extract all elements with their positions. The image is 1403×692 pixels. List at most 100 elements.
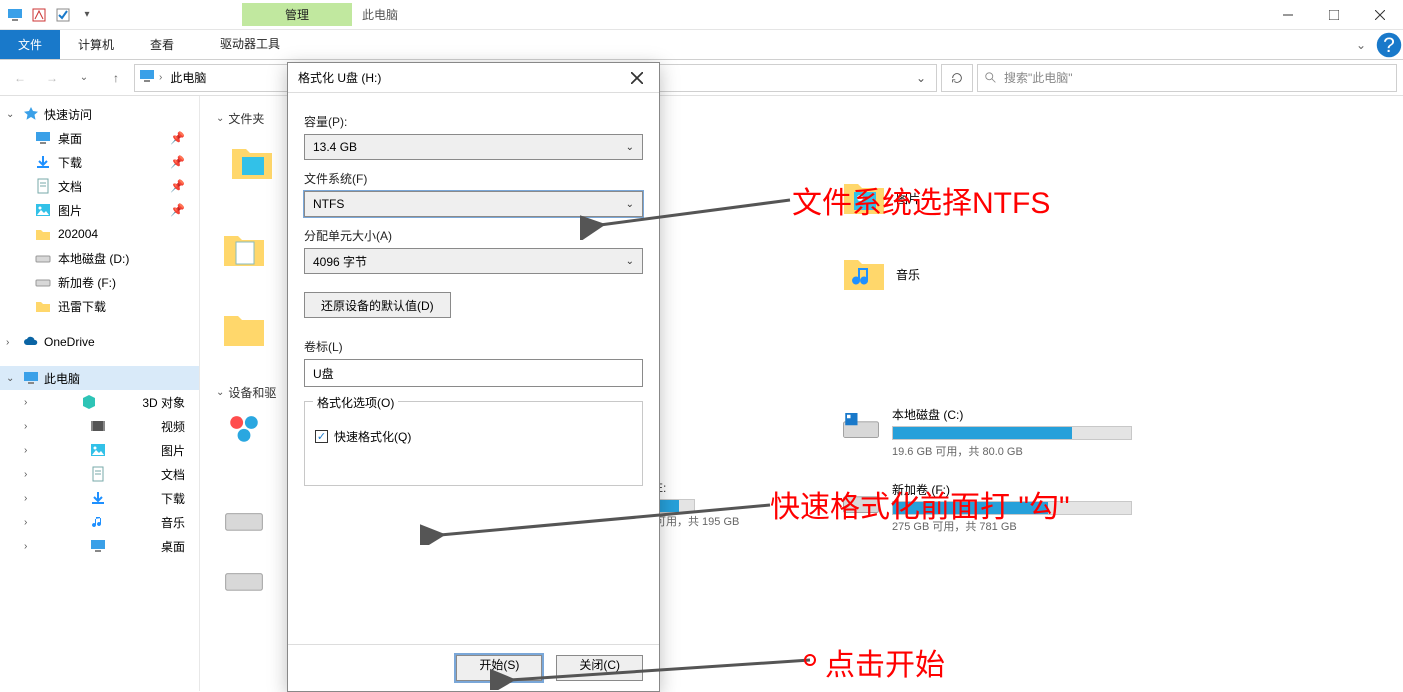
drive-subtext: 可用，共 195 GB	[655, 513, 739, 529]
chevron-right-icon[interactable]: ›	[24, 517, 36, 528]
ribbon-tab-view[interactable]: 查看	[132, 30, 192, 59]
chevron-down-icon: ⌄	[626, 142, 634, 153]
folder-icon	[840, 250, 888, 298]
close-dialog-button[interactable]: 关闭(C)	[556, 655, 643, 681]
restore-defaults-button[interactable]: 还原设备的默认值(D)	[304, 292, 451, 318]
ribbon-expand-icon[interactable]: ⌄	[1347, 30, 1375, 59]
help-icon[interactable]: ?	[1375, 30, 1403, 59]
ribbon-tab-computer[interactable]: 计算机	[60, 30, 132, 59]
annotation-filesystem: 文件系统选择NTFS	[792, 178, 1050, 222]
qat-dropdown-icon[interactable]: ▾	[76, 4, 98, 26]
sidebar-item-label: 3D 对象	[142, 394, 185, 411]
format-dialog: 格式化 U盘 (H:) 容量(P): 13.4 GB⌄ 文件系统(F) NTFS…	[287, 62, 660, 692]
sidebar-item-label: 音乐	[161, 514, 185, 531]
chevron-down-icon[interactable]: ⌄	[6, 109, 18, 120]
picture-icon	[34, 202, 52, 218]
pc-icon[interactable]	[4, 4, 26, 26]
drive-tile-c[interactable]: 本地磁盘 (C:) 19.6 GB 可用，共 80.0 GB	[840, 406, 1150, 459]
sidebar-onedrive[interactable]: › OneDrive	[0, 330, 199, 354]
sidebar-item[interactable]: 文档 📌	[0, 174, 199, 198]
drive-icon[interactable]	[222, 506, 266, 539]
format-options-legend: 格式化选项(O)	[313, 394, 398, 411]
nav-up-button[interactable]: ↑	[102, 64, 130, 92]
dialog-title: 格式化 U盘 (H:)	[298, 69, 381, 86]
start-button[interactable]: 开始(S)	[456, 655, 542, 681]
quick-access-toolbar: ▾	[0, 4, 102, 26]
search-placeholder: 搜索"此电脑"	[1004, 69, 1073, 86]
sidebar-item[interactable]: 202004	[0, 222, 199, 246]
breadcrumb[interactable]: 此电脑	[166, 69, 210, 86]
allocation-value: 4096 字节	[313, 253, 367, 270]
sidebar-item-label: 视频	[161, 418, 185, 435]
annotation-start: 点击开始	[825, 640, 945, 684]
addressbar-dropdown-icon[interactable]: ⌄	[910, 71, 932, 85]
drive-icon[interactable]	[222, 566, 266, 599]
sidebar-item[interactable]: 本地磁盘 (D:)	[0, 246, 199, 270]
group-header-devices[interactable]: ⌄ 设备和驱	[216, 384, 276, 401]
quick-format-label: 快速格式化(Q)	[334, 428, 411, 445]
ribbon-tab-drivetools[interactable]: 驱动器工具	[206, 30, 294, 59]
baidu-netdisk-icon[interactable]	[222, 406, 266, 453]
sidebar-item-label: 文档	[161, 466, 185, 483]
sidebar-item[interactable]: › 下载	[0, 486, 199, 510]
chevron-right-icon[interactable]: ›	[24, 469, 36, 480]
chevron-right-icon[interactable]: ›	[24, 397, 36, 408]
refresh-button[interactable]	[941, 64, 973, 92]
sidebar-item[interactable]: › 音乐	[0, 510, 199, 534]
chevron-right-icon[interactable]: ›	[24, 421, 36, 432]
dialog-close-button[interactable]	[625, 66, 649, 90]
chevron-right-icon[interactable]: ›	[24, 445, 36, 456]
chevron-right-icon[interactable]: ›	[159, 72, 162, 83]
minimize-button[interactable]	[1265, 0, 1311, 30]
music-icon	[89, 514, 107, 530]
sidebar-item[interactable]: 新加卷 (F:)	[0, 270, 199, 294]
ribbon-file-tab[interactable]: 文件	[0, 30, 60, 59]
sidebar-quick-access[interactable]: ⌄ 快速访问	[0, 102, 199, 126]
search-icon	[984, 71, 998, 85]
sidebar-item[interactable]: › 桌面	[0, 534, 199, 558]
doc-icon	[34, 178, 52, 194]
volume-label-input[interactable]	[304, 359, 643, 387]
sidebar-item[interactable]: › 文档	[0, 462, 199, 486]
allocation-select[interactable]: 4096 字节⌄	[304, 248, 643, 274]
sidebar-item[interactable]: 图片 📌	[0, 198, 199, 222]
download-icon	[89, 490, 107, 506]
nav-back-button[interactable]: ←	[6, 64, 34, 92]
window-title: 此电脑	[362, 6, 398, 23]
video-icon	[89, 418, 107, 434]
sidebar-item[interactable]: › 3D 对象	[0, 390, 199, 414]
filesystem-select[interactable]: NTFS⌄	[304, 191, 643, 217]
search-input[interactable]: 搜索"此电脑"	[977, 64, 1397, 92]
close-button[interactable]	[1357, 0, 1403, 30]
checkbox-icon[interactable]	[52, 4, 74, 26]
sidebar-item[interactable]: › 图片	[0, 438, 199, 462]
properties-icon[interactable]	[28, 4, 50, 26]
drive-tile-e[interactable]: E: 可用，共 195 GB	[655, 481, 739, 529]
maximize-button[interactable]	[1311, 0, 1357, 30]
monitor-icon	[34, 130, 52, 146]
group-label: 设备和驱	[228, 384, 276, 401]
chevron-right-icon[interactable]: ›	[24, 541, 36, 552]
sidebar-item[interactable]: 下载 📌	[0, 150, 199, 174]
drive-icon	[34, 250, 52, 266]
3d-icon	[80, 394, 98, 410]
monitor-icon	[89, 538, 107, 554]
capacity-select[interactable]: 13.4 GB⌄	[304, 134, 643, 160]
folder-icon	[228, 139, 276, 187]
folder-tile-music[interactable]: 音乐	[840, 246, 1150, 302]
nav-recent-dropdown[interactable]: ⌄	[70, 64, 98, 92]
chevron-right-icon[interactable]: ›	[24, 493, 36, 504]
sidebar-item[interactable]: 迅雷下载	[0, 294, 199, 318]
sidebar-item[interactable]: › 视频	[0, 414, 199, 438]
quick-format-checkbox[interactable]: ✓ 快速格式化(Q)	[315, 428, 632, 445]
chevron-down-icon[interactable]: ⌄	[6, 373, 18, 384]
sidebar-item-label: 图片	[58, 202, 82, 219]
sidebar-item-label: 快速访问	[44, 106, 92, 123]
dialog-titlebar[interactable]: 格式化 U盘 (H:)	[288, 63, 659, 93]
nav-forward-button[interactable]: →	[38, 64, 66, 92]
chevron-down-icon: ⌄	[626, 199, 634, 210]
sidebar-item[interactable]: 桌面 📌	[0, 126, 199, 150]
sidebar-this-pc[interactable]: ⌄ 此电脑	[0, 366, 199, 390]
drive-icon	[840, 406, 882, 448]
chevron-right-icon[interactable]: ›	[6, 337, 18, 348]
